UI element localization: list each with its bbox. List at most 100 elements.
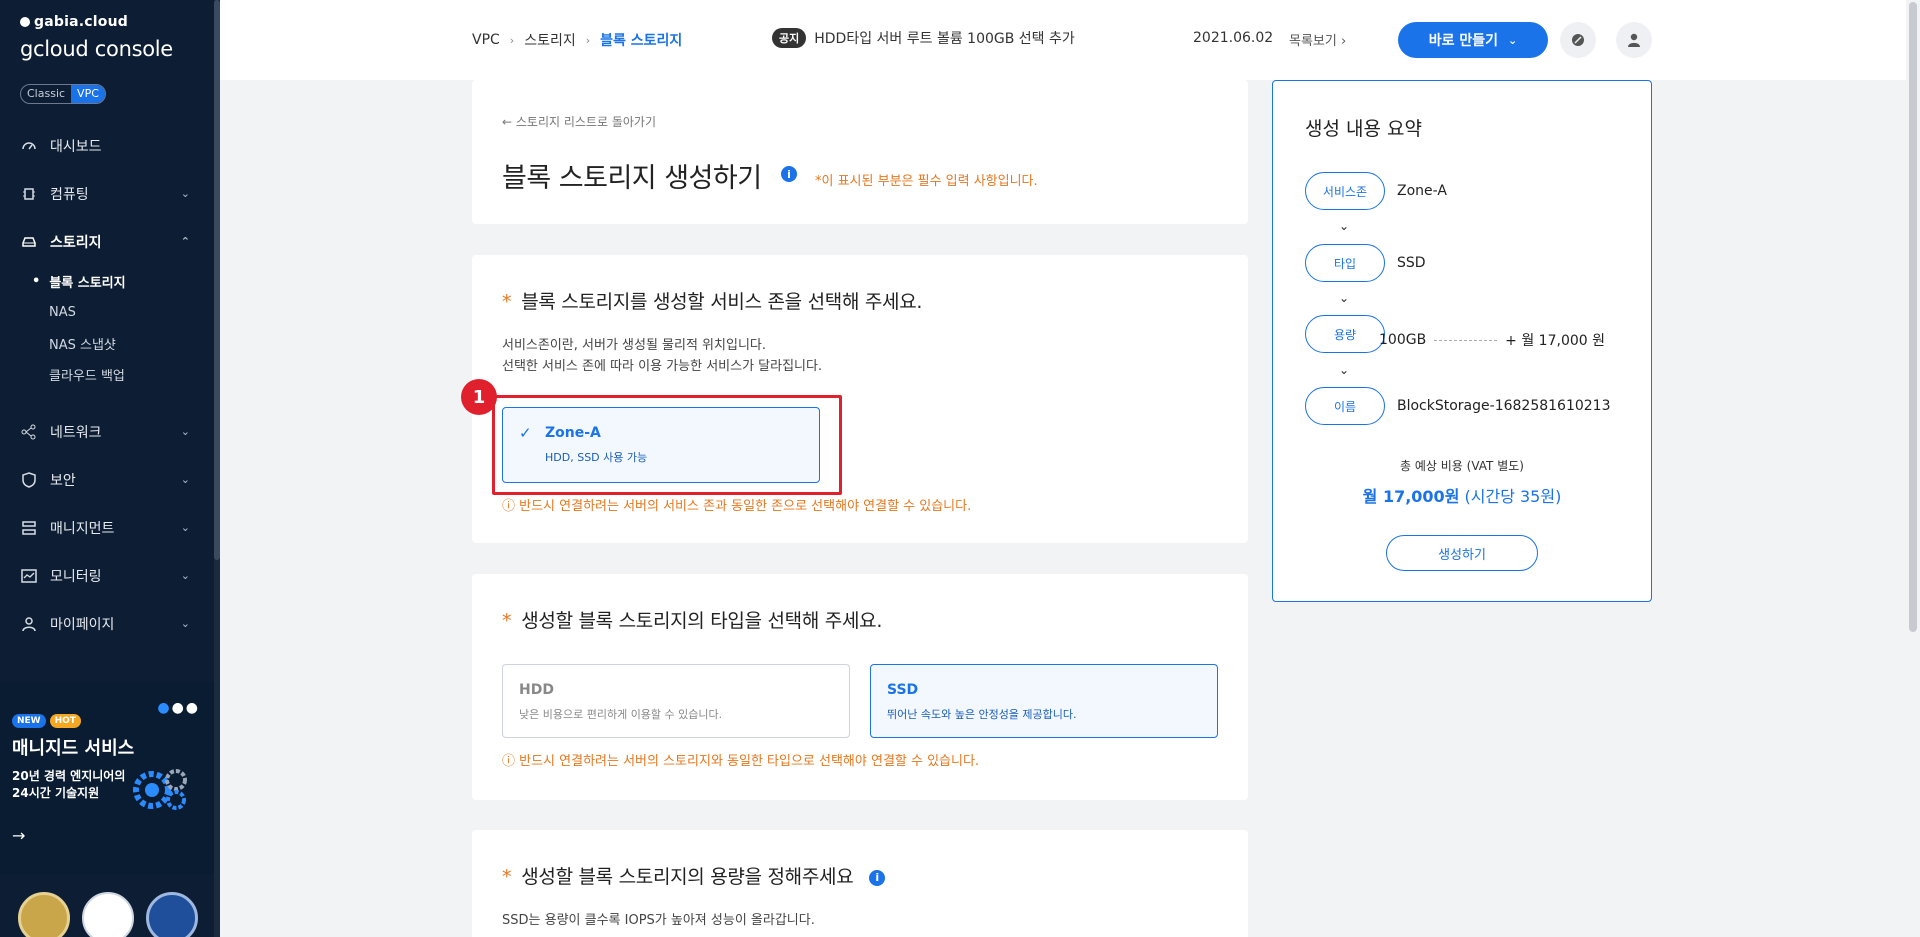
quick-create-label: 바로 만들기 [1428,33,1499,49]
info-icon[interactable]: i [869,869,886,886]
shield-icon [20,471,38,489]
chevron-down-icon: ⌄ [180,473,190,486]
sidebar: gabia.cloud gcloud console Classic VPC 대… [0,0,220,937]
storage-icon [20,233,38,251]
certification-badge-csap [146,892,198,937]
summary-pill-capacity: 용량 [1305,315,1385,353]
summary-value-name: BlockStorage-1682581610213 [1397,398,1611,414]
arrow-right-icon[interactable]: → [12,826,25,845]
chevron-down-icon: ⌄ [180,569,190,582]
sidebar-item-mypage[interactable]: 마이페이지 ⌄ [0,600,214,648]
summary-row-name: 이름 BlockStorage-1682581610213 [1305,387,1611,425]
zone-warning: ⓘ 반드시 연결하려는 서버의 서비스 존과 동일한 존으로 선택해야 연결할 … [502,499,972,514]
summary-panel: 생성 내용 요약 서비스존 Zone-A ⌄ 타입 SSD ⌄ 용량 100GB… [1272,80,1652,602]
sidebar-subitem-cloud-backup[interactable]: 클라우드 백업 [0,359,214,390]
sidebar-scrollbar-thumb[interactable] [214,0,220,560]
notice-banner[interactable]: 공지 HDD타입 서버 루트 볼륨 100GB 선택 추가 [772,28,1075,48]
promo-banner[interactable]: ●●● NEW HOT 매니지드 서비스 20년 경력 엔지니어의 24시간 기… [0,682,214,875]
sidebar-item-monitoring[interactable]: 모니터링 ⌄ [0,552,214,600]
chat-icon [1572,34,1584,46]
info-icon[interactable]: i [781,166,797,182]
generate-button[interactable]: 생성하기 [1386,535,1538,571]
sidebar-subitem-block-storage[interactable]: 블록 스토리지 [0,266,214,297]
promo-title: 매니지드 서비스 [12,738,135,759]
main-scrollbar-thumb[interactable] [1909,2,1917,632]
sidebar-item-dashboard[interactable]: 대시보드 [0,122,214,170]
back-to-list-link[interactable]: ← 스토리지 리스트로 돌아가기 [502,113,656,130]
summary-title: 생성 내용 요약 [1305,118,1422,140]
classic-vpc-toggle[interactable]: Classic VPC [20,84,106,104]
user-icon [1628,33,1640,47]
sidebar-item-label: 마이페이지 [50,617,115,633]
section-title: * 블록 스토리지를 생성할 서비스 존을 선택해 주세요. [502,291,923,313]
summary-pill-zone: 서비스존 [1305,172,1385,210]
sidebar-item-label: 모니터링 [50,569,102,585]
summary-row-capacity: 용량 [1305,315,1385,353]
toggle-vpc[interactable]: VPC [71,85,105,103]
management-icon [20,519,38,537]
sidebar-item-label: 스토리지 [50,235,102,251]
notice-date: 2021.06.02 [1193,30,1274,46]
certification-badges [18,892,198,937]
brand-title[interactable]: gcloud console [20,37,173,61]
chevron-down-icon: ⌄ [1339,291,1350,305]
quick-create-button[interactable]: 바로 만들기 ⌄ [1398,22,1548,58]
service-zone-section: * 블록 스토리지를 생성할 서비스 존을 선택해 주세요. 서비스존이란, 서버… [461,255,1248,543]
type-option-ssd[interactable]: SSD 뛰어난 속도와 높은 안정성을 제공합니다. [870,664,1218,738]
section-title: * 생성할 블록 스토리지의 용량을 정해주세요 i [502,862,886,889]
summary-row-zone: 서비스존 Zone-A [1305,172,1447,210]
summary-pill-type: 타입 [1305,244,1385,282]
chevron-right-icon: › [509,33,515,47]
summary-capacity-price: 100GB + 월 17,000 원 [1379,330,1605,350]
certification-badge-cloud [82,892,134,937]
chat-help-button[interactable] [1560,22,1596,58]
sidebar-nav: 대시보드 컴퓨팅 ⌄ 스토리지 ⌃ 블록 스토리지 NAS NAS 스냅샷 클라… [0,122,214,648]
network-icon [20,423,38,441]
sidebar-item-network[interactable]: 네트워크 ⌄ [0,408,214,456]
chevron-down-icon: ⌄ [1508,33,1518,47]
sidebar-item-computing[interactable]: 컴퓨팅 ⌄ [0,170,214,218]
chevron-down-icon: ⌄ [180,521,190,534]
summary-value-zone: Zone-A [1397,183,1447,199]
user-profile-button[interactable] [1616,22,1652,58]
breadcrumb-block-storage[interactable]: 블록 스토리지 [600,30,682,50]
breadcrumb-vpc[interactable]: VPC [472,32,500,48]
type-option-hdd[interactable]: HDD 낮은 비용으로 편리하게 이용할 수 있습니다. [502,664,850,738]
sidebar-scrollbar[interactable] [214,0,220,937]
summary-capacity-cost: + 월 17,000 원 [1505,333,1605,349]
option-subtitle: 낮은 비용으로 편리하게 이용할 수 있습니다. [519,708,723,721]
page-title: 블록 스토리지 생성하기 [502,163,762,194]
section-description: 서비스존이란, 서버가 생성될 물리적 위치입니다. 선택한 서비스 존에 따라… [502,338,823,374]
gabia-logo-icon [20,17,30,27]
section-title: * 생성할 블록 스토리지의 타입을 선택해 주세요. [502,610,883,632]
toggle-classic[interactable]: Classic [21,85,71,103]
breadcrumb-storage[interactable]: 스토리지 [524,30,576,50]
chevron-right-icon: › [585,33,591,47]
required-note: *이 표시된 부분은 필수 입력 사항입니다. [815,174,1038,189]
sidebar-item-storage[interactable]: 스토리지 ⌃ [0,218,214,266]
summary-row-type: 타입 SSD [1305,244,1426,282]
sidebar-item-management[interactable]: 매니지먼트 ⌄ [0,504,214,552]
promo-badges: NEW HOT [12,714,81,728]
sidebar-subitem-nas[interactable]: NAS [0,297,214,328]
notice-text[interactable]: HDD타입 서버 루트 볼륨 100GB 선택 추가 [814,28,1075,48]
chevron-down-icon: ⌄ [180,617,190,630]
capacity-section: * 생성할 블록 스토리지의 용량을 정해주세요 i SSD는 용량이 클수록 I… [472,830,1248,937]
sidebar-item-label: 대시보드 [50,139,102,155]
computing-icon [20,185,38,203]
breadcrumb: VPC › 스토리지 › 블록 스토리지 [472,30,682,50]
sidebar-item-security[interactable]: 보안 ⌄ [0,456,214,504]
badge-hot: HOT [49,714,81,728]
sidebar-item-label: 매니지먼트 [50,521,115,537]
carousel-dots[interactable]: ●●● [157,700,200,716]
section-description: SSD는 용량이 클수록 IOPS가 높아져 성능이 올라갑니다. [502,913,815,928]
total-cost-value: 월 17,000원 (시간당 35원) [1362,487,1562,506]
sidebar-subitem-nas-snapshot[interactable]: NAS 스냅샷 [0,328,214,359]
main-scrollbar[interactable] [1906,0,1920,937]
option-subtitle: 뛰어난 속도와 높은 안정성을 제공합니다. [887,708,1077,721]
sidebar-item-label: 보안 [50,473,76,489]
top-header: VPC › 스토리지 › 블록 스토리지 공지 HDD타입 서버 루트 볼륨 1… [220,0,1920,80]
brand-logo-small[interactable]: gabia.cloud [20,14,128,30]
option-title: HDD [519,682,554,698]
notice-list-link[interactable]: 목록보기 › [1289,30,1346,49]
